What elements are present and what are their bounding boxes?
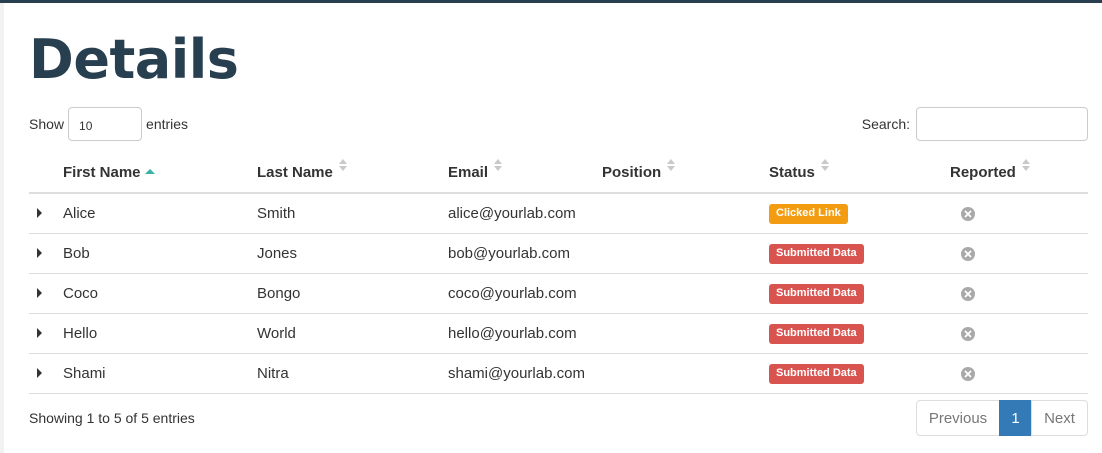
expand-row-icon[interactable] <box>37 288 42 298</box>
email-cell: hello@yourlab.com <box>448 313 602 354</box>
email-cell: alice@yourlab.com <box>448 193 602 234</box>
column-header-email[interactable]: Email <box>448 152 602 194</box>
column-header-status[interactable]: Status <box>769 152 950 194</box>
position-cell <box>602 353 769 394</box>
last-name-cell: Smith <box>257 193 448 234</box>
column-label: Status <box>769 164 815 181</box>
expand-row-icon[interactable] <box>37 328 42 338</box>
search-control: Search: <box>862 107 1088 141</box>
table-row[interactable]: Shami Nitra shami@yourlab.com Submitted … <box>29 353 1088 394</box>
column-label: Position <box>602 164 662 181</box>
table-row[interactable]: Bob Jones bob@yourlab.com Submitted Data <box>29 233 1088 274</box>
page-1-button[interactable]: 1 <box>999 400 1032 436</box>
last-name-cell: Bongo <box>257 273 448 314</box>
last-name-cell: Jones <box>257 233 448 274</box>
show-label: Show <box>29 116 65 132</box>
column-header-reported[interactable]: Reported <box>950 152 1088 194</box>
column-label: Reported <box>950 164 1016 181</box>
first-name-cell: Coco <box>63 273 257 314</box>
first-name-cell: Alice <box>63 193 257 234</box>
column-header-first-name[interactable]: First Name <box>63 152 257 194</box>
sort-icon <box>1021 158 1032 171</box>
x-circle-icon <box>961 285 975 302</box>
table-row[interactable]: Hello World hello@yourlab.com Submitted … <box>29 313 1088 354</box>
last-name-cell: World <box>257 313 448 354</box>
next-page-button[interactable]: Next <box>1031 400 1088 436</box>
x-circle-icon <box>961 365 975 382</box>
previous-page-button[interactable]: Previous <box>916 400 1000 436</box>
last-name-cell: Nitra <box>257 353 448 394</box>
column-header-position[interactable]: Position <box>602 152 769 194</box>
column-label: Email <box>448 164 489 181</box>
position-cell <box>602 273 769 314</box>
status-badge: Submitted Data <box>769 324 864 344</box>
status-badge: Submitted Data <box>769 364 864 384</box>
search-input[interactable] <box>916 107 1088 141</box>
table-header-row: First Name Last Name Email Position Stat… <box>29 152 1088 194</box>
email-cell: coco@yourlab.com <box>448 273 602 314</box>
status-badge: Clicked Link <box>769 204 848 224</box>
first-name-cell: Bob <box>63 233 257 274</box>
left-border <box>0 3 4 453</box>
entries-length-select[interactable]: 10 <box>68 107 143 141</box>
page-title: Details <box>29 28 239 91</box>
table-info-text: Showing 1 to 5 of 5 entries <box>29 410 195 426</box>
column-label: Last Name <box>257 164 333 181</box>
sort-icon <box>338 158 349 171</box>
status-badge: Submitted Data <box>769 284 864 304</box>
sort-icon <box>494 158 504 171</box>
entries-label: entries <box>146 116 189 132</box>
sort-icon <box>667 158 677 171</box>
table-row[interactable]: Alice Smith alice@yourlab.com Clicked Li… <box>29 193 1088 234</box>
top-border <box>0 0 1102 3</box>
email-cell: bob@yourlab.com <box>448 233 602 274</box>
email-cell: shami@yourlab.com <box>448 353 602 394</box>
column-header-last-name[interactable]: Last Name <box>257 152 448 194</box>
search-label: Search: <box>861 116 910 132</box>
position-cell <box>602 233 769 274</box>
sort-icon <box>820 158 831 171</box>
position-cell <box>602 313 769 354</box>
sort-ascending-icon <box>145 169 155 174</box>
expand-row-icon[interactable] <box>37 368 42 378</box>
status-badge: Submitted Data <box>769 244 864 264</box>
x-circle-icon <box>961 245 975 262</box>
x-circle-icon <box>961 325 975 342</box>
expand-column-header <box>29 152 63 194</box>
details-table: First Name Last Name Email Position Stat… <box>29 152 1088 394</box>
expand-row-icon[interactable] <box>37 248 42 258</box>
entries-length-control: Show 10 entries <box>29 107 188 141</box>
table-row[interactable]: Coco Bongo coco@yourlab.com Submitted Da… <box>29 273 1088 314</box>
pagination: Previous 1 Next <box>916 400 1088 436</box>
x-circle-icon <box>961 205 975 222</box>
column-label: First Name <box>63 164 141 181</box>
first-name-cell: Shami <box>63 353 257 394</box>
expand-row-icon[interactable] <box>37 208 42 218</box>
first-name-cell: Hello <box>63 313 257 354</box>
position-cell <box>602 193 769 234</box>
